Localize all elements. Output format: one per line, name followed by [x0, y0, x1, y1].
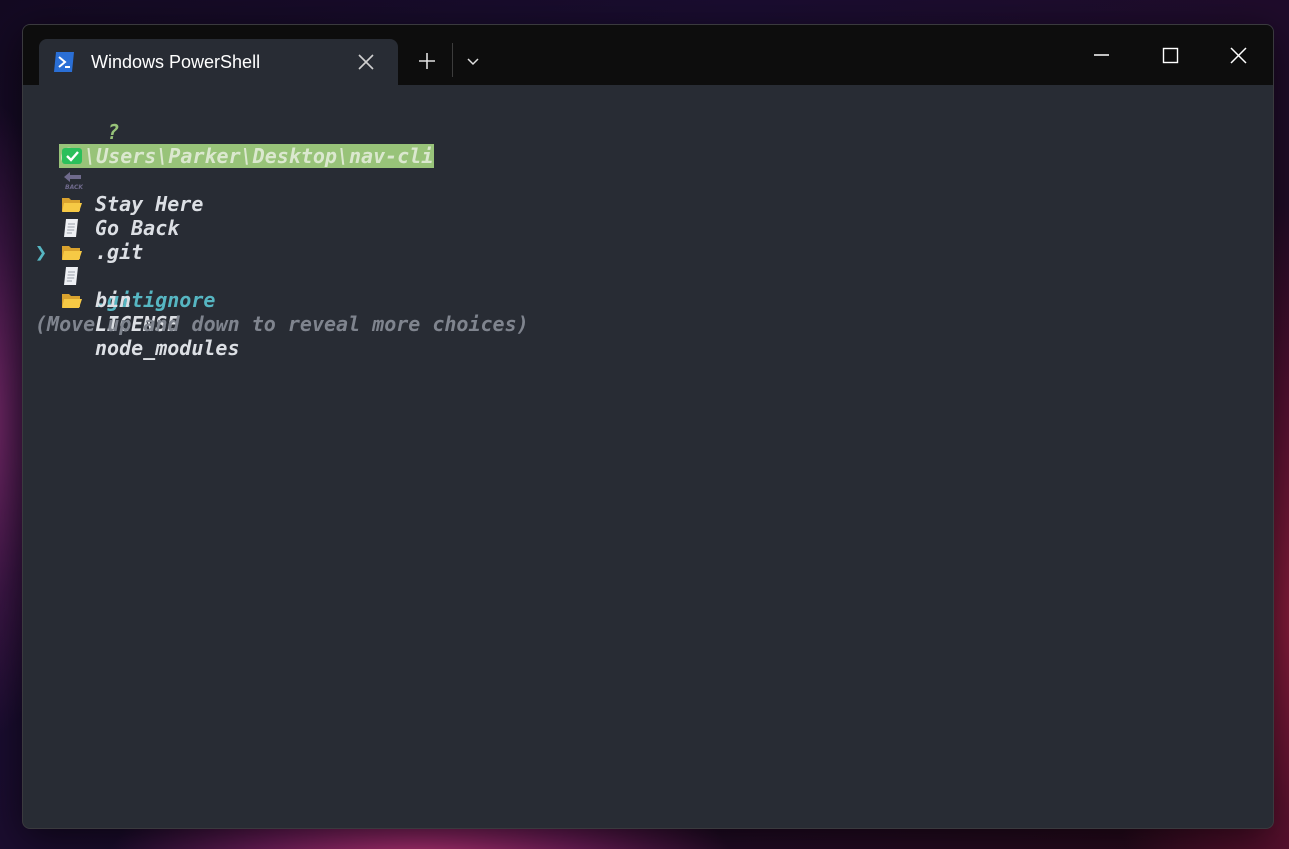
- choice-item[interactable]: node_modules: [35, 288, 635, 360]
- new-tab-icon[interactable]: [415, 49, 439, 73]
- tab-title: Windows PowerShell: [91, 52, 261, 72]
- navigation-hint: (Move up and down to reveal more choices…: [35, 312, 529, 336]
- terminal-window: Windows PowerShell ? C:\Users\Parker\Des…: [22, 24, 1274, 829]
- prompt-symbol: ?: [107, 120, 120, 144]
- choice-item-selected[interactable]: ❯ .gitignore: [35, 216, 635, 312]
- folder-icon: [62, 246, 82, 260]
- choice-item[interactable]: Stay Here: [35, 144, 635, 216]
- folder-icon: [62, 294, 82, 308]
- choice-label: node_modules: [95, 336, 240, 360]
- chevron-down-icon[interactable]: [463, 51, 483, 71]
- powershell-icon: [54, 52, 74, 72]
- file-icon: [64, 267, 78, 285]
- svg-text:BACK: BACK: [65, 184, 83, 190]
- file-icon: [64, 219, 78, 237]
- close-tab-icon[interactable]: [355, 51, 377, 73]
- choice-item[interactable]: BACK Go Back: [35, 168, 635, 240]
- check-icon: [62, 148, 82, 164]
- choice-item[interactable]: LICENSE: [35, 264, 635, 336]
- terminal-content[interactable]: ? C:\Users\Parker\Desktop\nav-cli Stay H…: [35, 85, 1273, 828]
- back-arrow-icon: BACK: [64, 172, 83, 190]
- folder-icon: [62, 198, 82, 212]
- title-bar: Windows PowerShell: [23, 25, 1273, 85]
- maximize-icon[interactable]: [1147, 39, 1193, 71]
- tab-separator: [452, 43, 453, 77]
- choice-item[interactable]: bin: [35, 240, 635, 312]
- tab-powershell[interactable]: Windows PowerShell: [39, 39, 398, 85]
- choice-item[interactable]: .git: [35, 192, 635, 264]
- minimize-icon[interactable]: [1078, 39, 1124, 71]
- prompt-line: ? C:\Users\Parker\Desktop\nav-cli: [35, 96, 435, 168]
- close-window-icon[interactable]: [1215, 39, 1261, 71]
